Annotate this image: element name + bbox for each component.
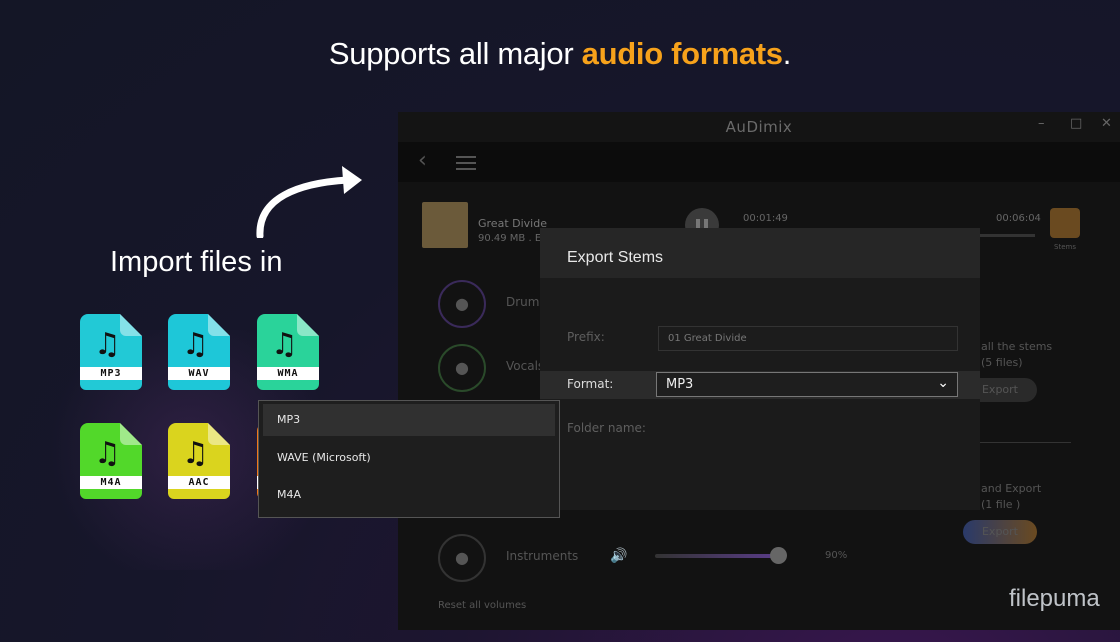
import-label: Import files in [110,246,283,278]
song-title: Great Divide [478,217,547,230]
file-icon-aac: ♫ AAC [168,423,230,499]
file-type-label: WAV [168,367,230,380]
title-bar: AuDimix – □ ✕ [398,112,1120,142]
maximize-button[interactable]: □ [1070,116,1082,131]
headline-highlight: audio formats [581,36,783,71]
format-row: Format: MP3 ⌄ [540,371,980,399]
back-arrow-icon[interactable]: ‹ [418,148,427,173]
volume-slider[interactable] [655,554,781,558]
all-stems-count: (5 files) [981,356,1023,369]
music-note-icon: ♫ [271,327,298,362]
track-vocals-button[interactable]: ● [438,344,486,392]
merge-export-count: (1 file ) [981,498,1021,511]
folder-name-label: Folder name: [567,421,646,435]
instruments-icon: ● [455,548,469,567]
app-window: AuDimix – □ ✕ ‹ Great Divide 90.49 MB . … [398,112,1120,630]
headline: Supports all major audio formats. [0,36,1120,72]
time-current: 00:01:49 [743,213,788,224]
file-type-label: AAC [168,476,230,489]
format-dropdown: MP3 WAVE (Microsoft) M4A [258,400,560,518]
file-icon-mp3: ♫ MP3 [80,314,142,390]
prefix-label: Prefix: [567,330,605,344]
mic-icon: ● [455,358,469,377]
file-icon-m4a: ♫ M4A [80,423,142,499]
volume-percent: 90% [825,550,848,561]
music-note-icon: ♫ [182,436,209,471]
nav-bar: ‹ [398,142,1120,182]
music-note-icon: ♫ [94,436,121,471]
format-label: Format: [567,377,614,391]
headline-prefix: Supports all major [328,36,582,71]
track-name: Vocals [506,359,545,373]
format-option-wave[interactable]: WAVE (Microsoft) [263,442,555,474]
reset-volumes-link[interactable]: Reset all volumes [438,600,526,611]
curved-arrow-icon [256,166,362,238]
all-stems-text: all the stems [981,340,1053,353]
hamburger-menu-icon[interactable] [456,156,476,174]
format-select[interactable]: MP3 ⌄ [656,372,958,397]
album-art [422,202,468,248]
export-merged-button[interactable]: Export [963,520,1037,544]
chevron-down-icon: ⌄ [937,375,949,391]
format-option-m4a[interactable]: M4A [263,479,555,511]
dialog-title: Export Stems [567,249,664,266]
mixer-label: Stems [1054,243,1076,251]
prefix-input[interactable]: 01 Great Divide [658,326,958,351]
minimize-button[interactable]: – [1038,116,1045,131]
merge-export-text: and Export [981,482,1042,495]
format-option-mp3[interactable]: MP3 [263,404,555,436]
music-note-icon: ♫ [182,327,209,362]
mixer-button[interactable] [1050,208,1080,238]
song-meta: 90.49 MB . E [478,233,542,244]
time-total: 00:06:04 [996,213,1041,224]
file-icon-wav: ♫ WAV [168,314,230,390]
drum-icon: ● [455,294,469,313]
dialog-header: Export Stems [540,228,980,278]
file-type-label: M4A [80,476,142,489]
watermark: filepuma [1009,585,1100,612]
file-icon-wma: ♫ WMA [257,314,319,390]
music-note-icon: ♫ [94,327,121,362]
headline-suffix: . [782,36,792,71]
export-stems-dialog: Export Stems Prefix: 01 Great Divide For… [540,228,980,510]
speaker-icon[interactable]: 🔊 [610,548,627,564]
track-drums-button[interactable]: ● [438,280,486,328]
format-value: MP3 [666,377,694,392]
volume-knob[interactable] [770,547,787,564]
track-instruments-button[interactable]: ● [438,534,486,582]
app-title: AuDimix [725,118,793,136]
close-button[interactable]: ✕ [1101,116,1112,131]
file-type-label: MP3 [80,367,142,380]
file-type-label: WMA [257,367,319,380]
track-name: Instruments [506,549,579,563]
